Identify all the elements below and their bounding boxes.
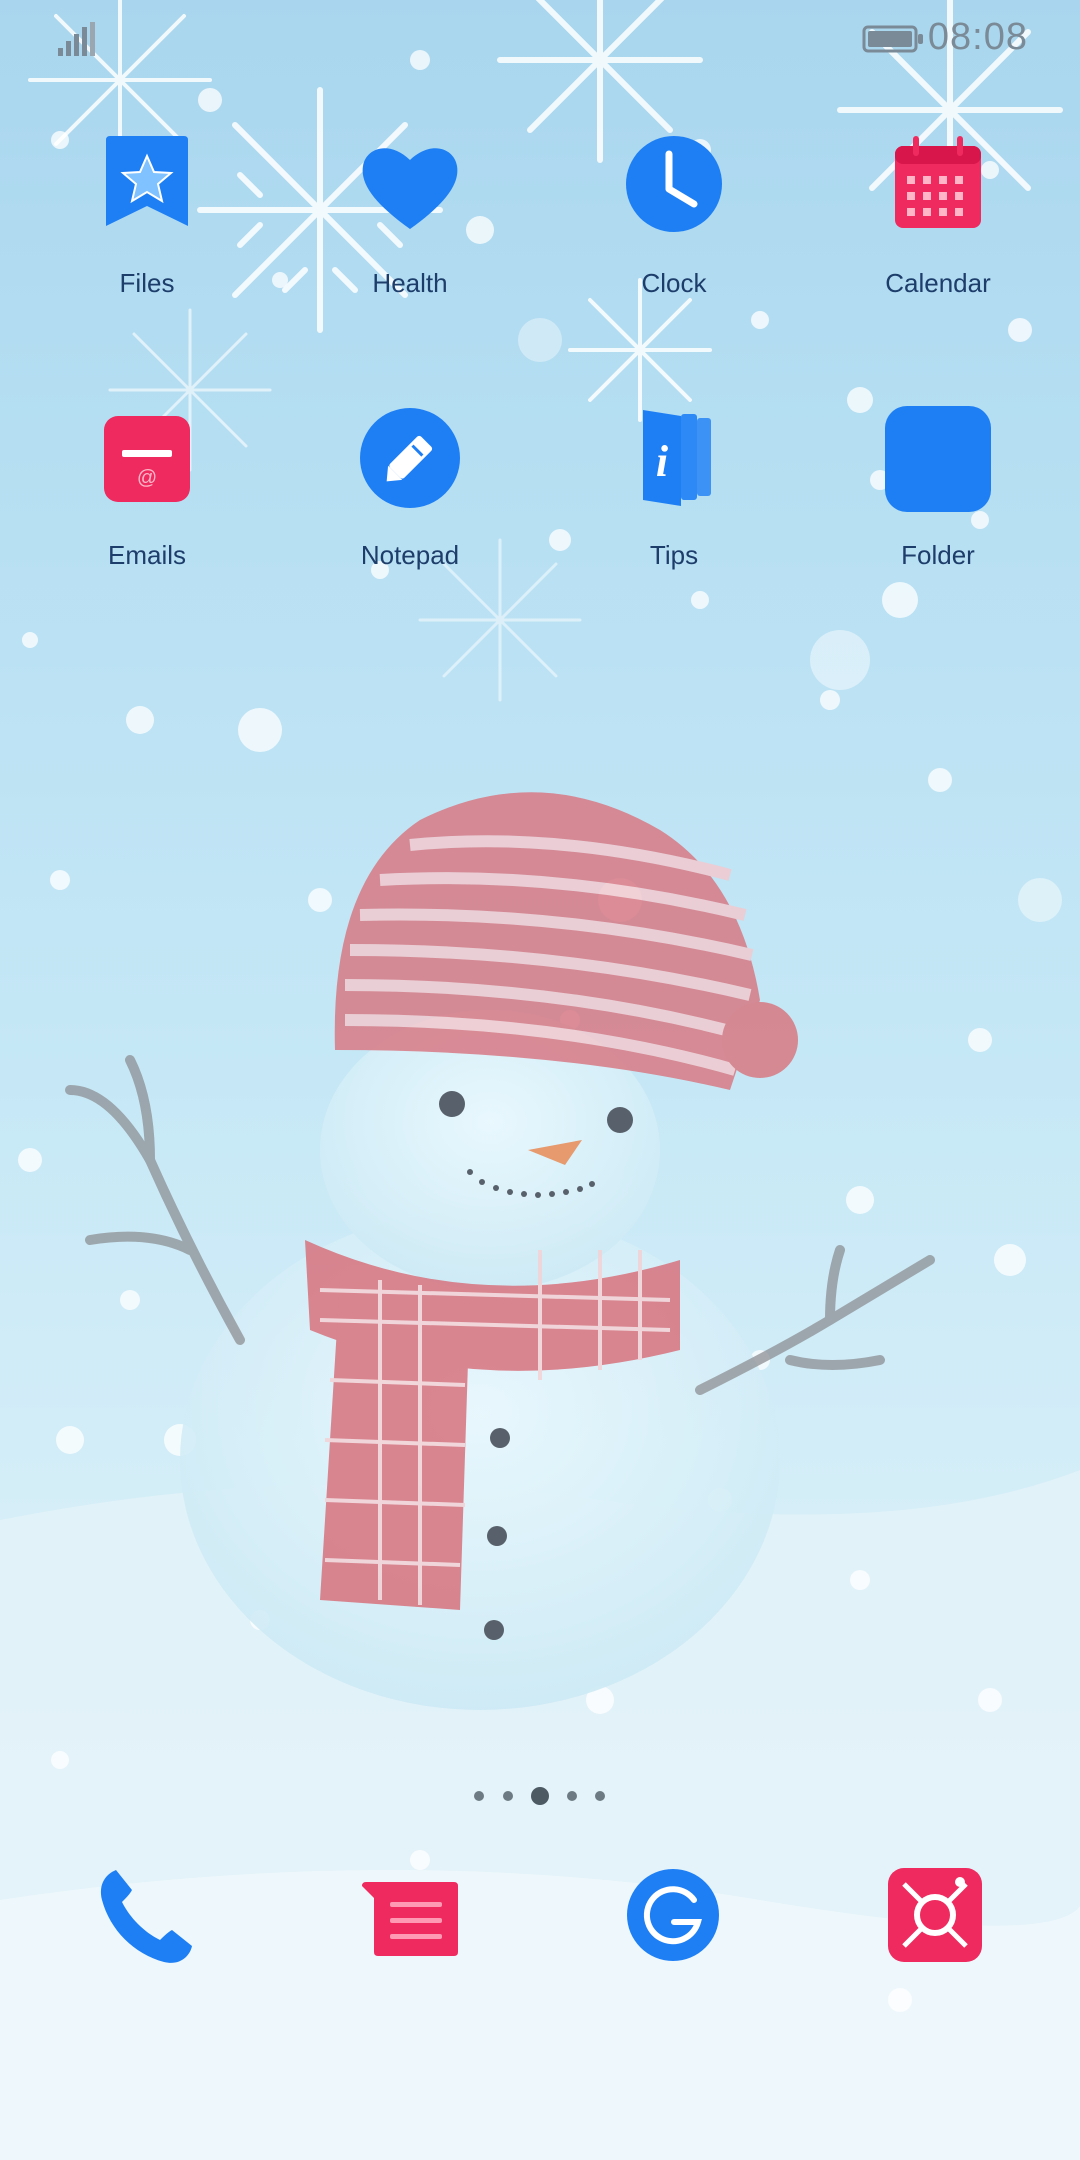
app-label-tips: Tips: [649, 540, 699, 570]
folder-icon: [883, 406, 993, 516]
app-folder[interactable]: Folder: [838, 406, 1038, 571]
battery-icon: [862, 25, 923, 53]
app-label-folder: Folder: [901, 540, 975, 570]
heart-icon: [355, 134, 465, 244]
browser-icon: [627, 1869, 719, 1961]
app-label-notepad: Notepad: [360, 540, 460, 570]
wallpaper: [0, 0, 1080, 2160]
tips-icon: i: [619, 406, 729, 516]
app-tips[interactable]: i Tips: [574, 406, 774, 571]
dock-camera[interactable]: [880, 1860, 990, 1970]
app-label-files: Files: [119, 268, 175, 298]
app-emails[interactable]: @ Emails: [47, 406, 247, 571]
status-time: 08:08: [927, 16, 1028, 58]
page-indicator: [0, 1786, 1080, 1806]
snowman-wallpaper: [0, 0, 1080, 2160]
calendar-icon: [883, 134, 993, 244]
app-clock[interactable]: Clock: [574, 134, 774, 299]
app-label-health: Health: [372, 268, 448, 298]
app-notepad[interactable]: Notepad: [310, 406, 510, 571]
phone-icon: [100, 1870, 192, 1963]
email-icon: @: [92, 406, 202, 516]
messages-icon: [362, 1882, 458, 1956]
dock-messages[interactable]: [358, 1860, 468, 1970]
app-label-clock: Clock: [641, 268, 707, 298]
app-label-emails: Emails: [107, 540, 186, 570]
app-label-calendar: Calendar: [885, 268, 991, 298]
camera-icon: [888, 1868, 982, 1962]
signal-icon: [58, 22, 95, 56]
app-health[interactable]: Health: [310, 134, 510, 299]
notepad-icon: [355, 406, 465, 516]
clock-icon: [619, 134, 729, 244]
svg-text:i: i: [656, 437, 669, 486]
dock-browser[interactable]: [618, 1860, 728, 1970]
app-files[interactable]: Files: [47, 134, 247, 299]
app-calendar[interactable]: Calendar: [838, 134, 1038, 299]
dock-phone[interactable]: [90, 1860, 200, 1970]
files-icon: [92, 134, 202, 244]
svg-text:@: @: [137, 467, 157, 489]
status-bar: 08:08: [0, 0, 1080, 80]
